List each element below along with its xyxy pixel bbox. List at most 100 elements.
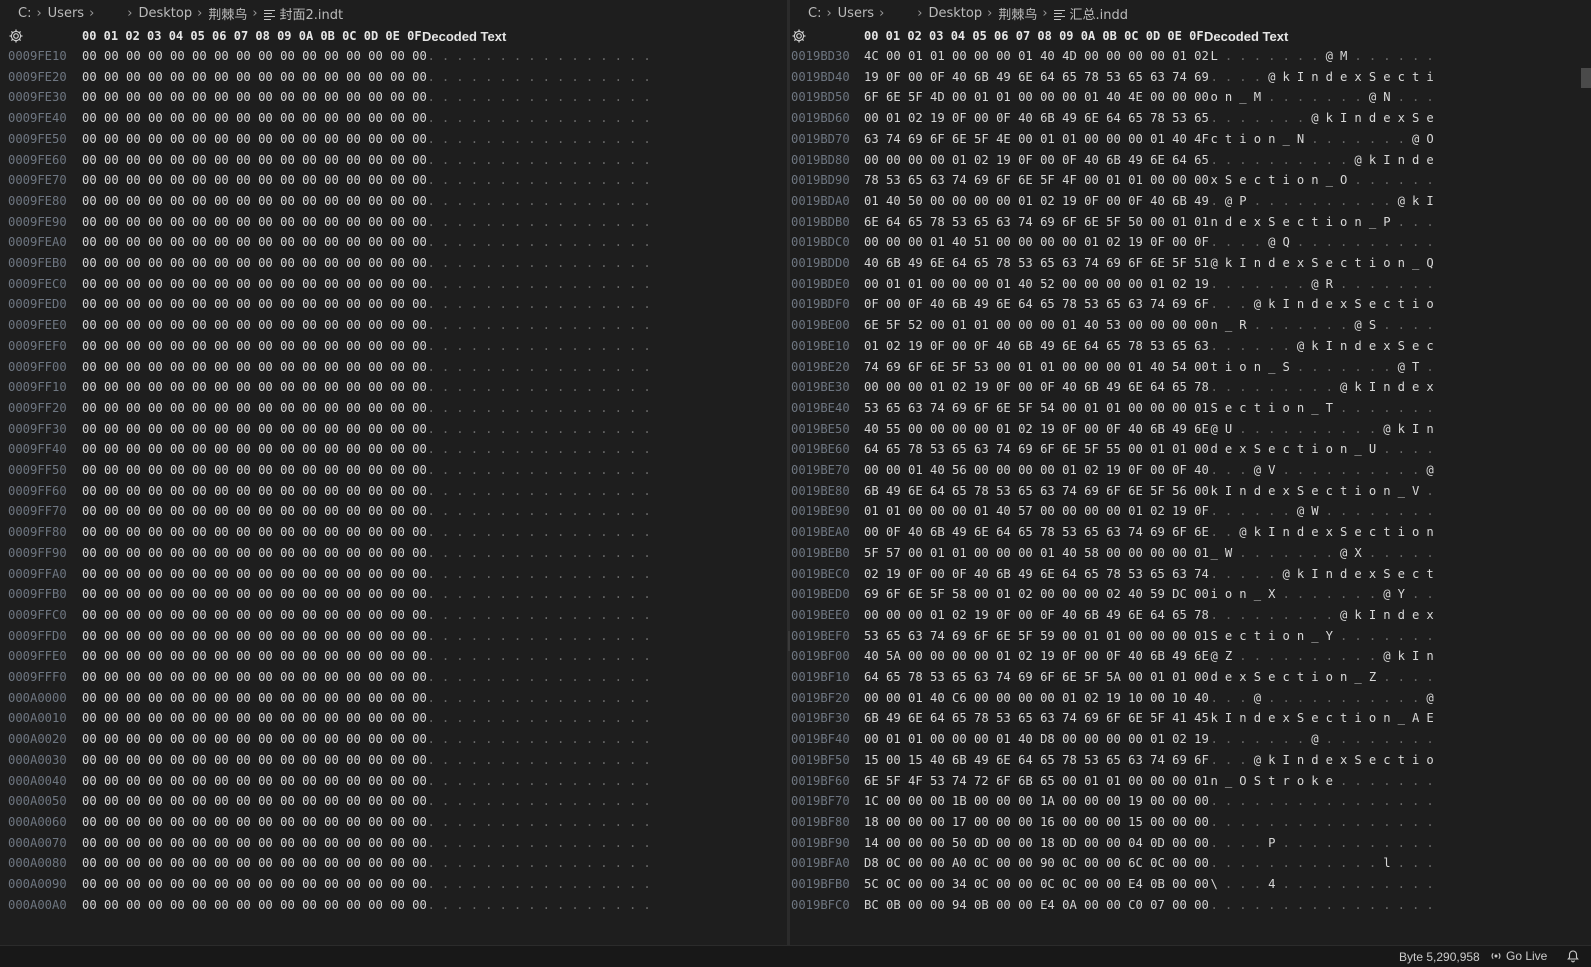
row-hex-bytes[interactable]: 18 00 00 00 17 00 00 00 16 00 00 00 15 0… [864,815,1209,829]
row-decoded-text[interactable]: ................ [424,111,654,125]
row-decoded-text[interactable]: ................ [424,277,654,291]
row-hex-bytes[interactable]: 15 00 15 40 6B 49 6E 64 65 78 53 65 63 7… [864,753,1209,767]
hex-row[interactable]: 0009FE60 00 00 00 00 00 00 00 00 00 00 00… [0,150,787,171]
hex-row[interactable]: 0009FE40 00 00 00 00 00 00 00 00 00 00 00… [0,108,787,129]
row-hex-bytes[interactable]: 00 00 00 00 00 00 00 00 00 00 00 00 00 0… [82,90,427,104]
row-hex-bytes[interactable]: 00 00 00 00 00 00 00 00 00 00 00 00 00 0… [82,215,427,229]
row-hex-bytes[interactable]: 00 00 00 00 00 00 00 00 00 00 00 00 00 0… [82,277,427,291]
row-decoded-text[interactable]: n _ O St r o k e....... [1207,774,1437,788]
row-decoded-text[interactable]: ................ [424,794,654,808]
row-hex-bytes[interactable]: 00 00 00 00 00 00 00 00 00 00 00 00 00 0… [82,732,427,746]
hex-row[interactable]: 0009FFF0 00 00 00 00 00 00 00 00 00 00 00… [0,667,787,688]
row-decoded-text[interactable]: c t i o n _ N....... @ O [1207,132,1437,146]
row-decoded-text[interactable]: k In d e x Se c t i o n _ V. [1207,484,1437,498]
breadcrumb-folder[interactable]: 荆棘鸟 [998,4,1037,23]
hex-row[interactable]: 0019BE80 6B 49 6E 64 65 78 53 65 63 74 69… [790,481,1591,502]
hex-row[interactable]: 0009FEE0 00 00 00 00 00 00 00 00 00 00 00… [0,315,787,336]
row-hex-bytes[interactable]: 00 01 02 19 0F 00 0F 40 6B 49 6E 64 65 7… [864,111,1209,125]
hex-row[interactable]: 0019BF20 00 00 01 40 C6 00 00 00 00 01 02… [790,688,1591,709]
row-hex-bytes[interactable]: 78 53 65 63 74 69 6F 6E 5F 4F 00 01 01 0… [864,173,1209,187]
hex-row[interactable]: 0019BD40 19 0F 00 0F 40 6B 49 6E 64 65 78… [790,67,1591,88]
row-decoded-text[interactable]: ... @ k In d e x Se c t i o [1207,297,1437,311]
hex-row[interactable]: 000A0020 00 00 00 00 00 00 00 00 00 00 00… [0,729,787,750]
row-decoded-text[interactable]: ....... @ k In d e x Se [1207,111,1437,125]
row-hex-bytes[interactable]: 00 00 00 00 00 00 00 00 00 00 00 00 00 0… [82,670,427,684]
breadcrumb-users[interactable]: Users [838,6,874,21]
row-hex-bytes[interactable]: 00 00 00 00 00 00 00 00 00 00 00 00 00 0… [82,442,427,456]
row-hex-bytes[interactable]: 64 65 78 53 65 63 74 69 6F 6E 5F 55 00 0… [864,442,1209,456]
row-decoded-text[interactable]: ................ [424,608,654,622]
row-decoded-text[interactable]: ................ [424,339,654,353]
row-hex-bytes[interactable]: 00 00 00 01 02 19 0F 00 0F 40 6B 49 6E 6… [864,380,1209,394]
hex-row[interactable]: 0019BDC0 00 00 00 01 40 51 00 00 00 00 01… [790,232,1591,253]
row-decoded-text[interactable]: ................ [424,132,654,146]
row-hex-bytes[interactable]: 00 00 00 00 00 00 00 00 00 00 00 00 00 0… [82,815,427,829]
row-decoded-text[interactable]: ................ [424,711,654,725]
hex-row[interactable]: 0009FF30 00 00 00 00 00 00 00 00 00 00 00… [0,419,787,440]
hex-row[interactable]: 000A0030 00 00 00 00 00 00 00 00 00 00 00… [0,750,787,771]
row-hex-bytes[interactable]: 02 19 0F 00 0F 40 6B 49 6E 64 65 78 53 6… [864,567,1209,581]
row-hex-bytes[interactable]: 01 01 00 00 00 01 40 57 00 00 00 00 01 0… [864,504,1209,518]
hex-row[interactable]: 0009FFC0 00 00 00 00 00 00 00 00 00 00 00… [0,605,787,626]
scrollbar-thumb[interactable] [1581,68,1591,88]
gear-icon[interactable] [8,28,24,44]
row-decoded-text[interactable]: ... @ V.......... @ [1207,463,1437,477]
row-decoded-text[interactable]: ................ [424,546,654,560]
hex-row[interactable]: 0019BFB0 5C 0C 00 00 34 0C 00 00 0C 0C 00… [790,874,1591,895]
hex-row[interactable]: 0009FE20 00 00 00 00 00 00 00 00 00 00 00… [0,67,787,88]
hex-row[interactable]: 0009FE10 00 00 00 00 00 00 00 00 00 00 00… [0,46,787,67]
hex-row[interactable]: 0009FFD0 00 00 00 00 00 00 00 00 00 00 00… [0,626,787,647]
gear-icon[interactable] [791,28,807,44]
hex-row[interactable]: 0009FF70 00 00 00 00 00 00 00 00 00 00 00… [0,501,787,522]
row-decoded-text[interactable]: i o n _ X....... @ Y.. [1207,587,1437,601]
row-decoded-text[interactable]: ................ [424,153,654,167]
hex-row[interactable]: 0019BD60 00 01 02 19 0F 00 0F 40 6B 49 6E… [790,108,1591,129]
row-decoded-text[interactable]: .... @ k In d e x Se c t i [1207,70,1437,84]
row-decoded-text[interactable]: n _ R....... @ S.... [1207,318,1437,332]
row-hex-bytes[interactable]: 00 00 00 00 00 00 00 00 00 00 00 00 00 0… [82,691,427,705]
hex-row[interactable]: 0009FF60 00 00 00 00 00 00 00 00 00 00 00… [0,481,787,502]
row-decoded-text[interactable]: ................ [1207,898,1437,912]
row-hex-bytes[interactable]: 00 00 00 00 00 00 00 00 00 00 00 00 00 0… [82,463,427,477]
hex-row[interactable]: 000A0000 00 00 00 00 00 00 00 00 00 00 00… [0,688,787,709]
hex-row[interactable]: 0009FFA0 00 00 00 00 00 00 00 00 00 00 00… [0,564,787,585]
hex-row[interactable]: 0019BF30 6B 49 6E 64 65 78 53 65 63 74 69… [790,708,1591,729]
row-decoded-text[interactable]: ................ [424,463,654,477]
hex-row[interactable]: 0009FF10 00 00 00 00 00 00 00 00 00 00 00… [0,377,787,398]
row-decoded-text[interactable]: ................ [424,836,654,850]
row-hex-bytes[interactable]: 4C 00 01 01 00 00 00 01 40 4D 00 00 00 0… [864,49,1209,63]
hex-row[interactable]: 0019BEA0 00 0F 40 6B 49 6E 64 65 78 53 65… [790,522,1591,543]
row-hex-bytes[interactable]: 01 40 50 00 00 00 00 01 02 19 0F 00 0F 4… [864,194,1209,208]
breadcrumb-folder[interactable]: 荆棘鸟 [208,4,247,23]
row-hex-bytes[interactable]: 40 5A 00 00 00 00 01 02 19 0F 00 0F 40 6… [864,649,1209,663]
hex-row[interactable]: 0019BD70 63 74 69 6F 6E 5F 4E 00 01 01 00… [790,129,1591,150]
hex-row[interactable]: 0019BE70 00 00 01 40 56 00 00 00 00 01 02… [790,460,1591,481]
row-hex-bytes[interactable]: 6E 64 65 78 53 65 63 74 69 6F 6E 5F 50 0… [864,215,1209,229]
hex-row[interactable]: 000A0070 00 00 00 00 00 00 00 00 00 00 00… [0,833,787,854]
hex-row[interactable]: 0019BD80 00 00 00 00 01 02 19 0F 00 0F 40… [790,150,1591,171]
hex-row[interactable]: 0019BDF0 0F 00 0F 40 6B 49 6E 64 65 78 53… [790,294,1591,315]
row-hex-bytes[interactable]: 00 00 00 00 00 00 00 00 00 00 00 00 00 0… [82,794,427,808]
row-hex-bytes[interactable]: 53 65 63 74 69 6F 6E 5F 54 00 01 01 00 0… [864,401,1209,415]
row-hex-bytes[interactable]: 00 00 00 00 00 00 00 00 00 00 00 00 00 0… [82,587,427,601]
hex-row[interactable]: 000A0060 00 00 00 00 00 00 00 00 00 00 00… [0,812,787,833]
row-hex-bytes[interactable]: 53 65 63 74 69 6F 6E 5F 59 00 01 01 00 0… [864,629,1209,643]
row-decoded-text[interactable]: ................ [424,401,654,415]
bell-icon[interactable] [1566,949,1580,963]
row-decoded-text[interactable]: ................ [424,670,654,684]
hex-editor-right[interactable]: C: › Users › › Desktop › 荆棘鸟 › 汇总.indd 0… [790,0,1591,945]
row-decoded-text[interactable]: ................ [424,877,654,891]
row-hex-bytes[interactable]: 40 55 00 00 00 00 01 02 19 0F 00 0F 40 6… [864,422,1209,436]
row-hex-bytes[interactable]: 00 00 00 00 00 00 00 00 00 00 00 00 00 0… [82,70,427,84]
row-hex-bytes[interactable]: 6E 5F 4F 53 74 72 6F 6B 65 00 01 01 00 0… [864,774,1209,788]
row-hex-bytes[interactable]: 00 00 00 00 00 00 00 00 00 00 00 00 00 0… [82,339,427,353]
row-decoded-text[interactable]: ... @ k In d e x Se c t i o [1207,753,1437,767]
row-decoded-text[interactable]: ................ [424,629,654,643]
hex-row[interactable]: 0019BF70 1C 00 00 00 1B 00 00 00 1A 00 00… [790,791,1591,812]
row-hex-bytes[interactable]: 00 00 01 40 56 00 00 00 00 01 02 19 0F 0… [864,463,1209,477]
row-decoded-text[interactable]: ................ [424,484,654,498]
hex-row[interactable]: 0019BF90 14 00 00 00 50 0D 00 00 18 0D 00… [790,833,1591,854]
row-decoded-text[interactable]: ................ [424,898,654,912]
row-hex-bytes[interactable]: 00 00 00 01 40 51 00 00 00 00 01 02 19 0… [864,235,1209,249]
hex-row[interactable]: 0019BDA0 01 40 50 00 00 00 00 01 02 19 0F… [790,191,1591,212]
